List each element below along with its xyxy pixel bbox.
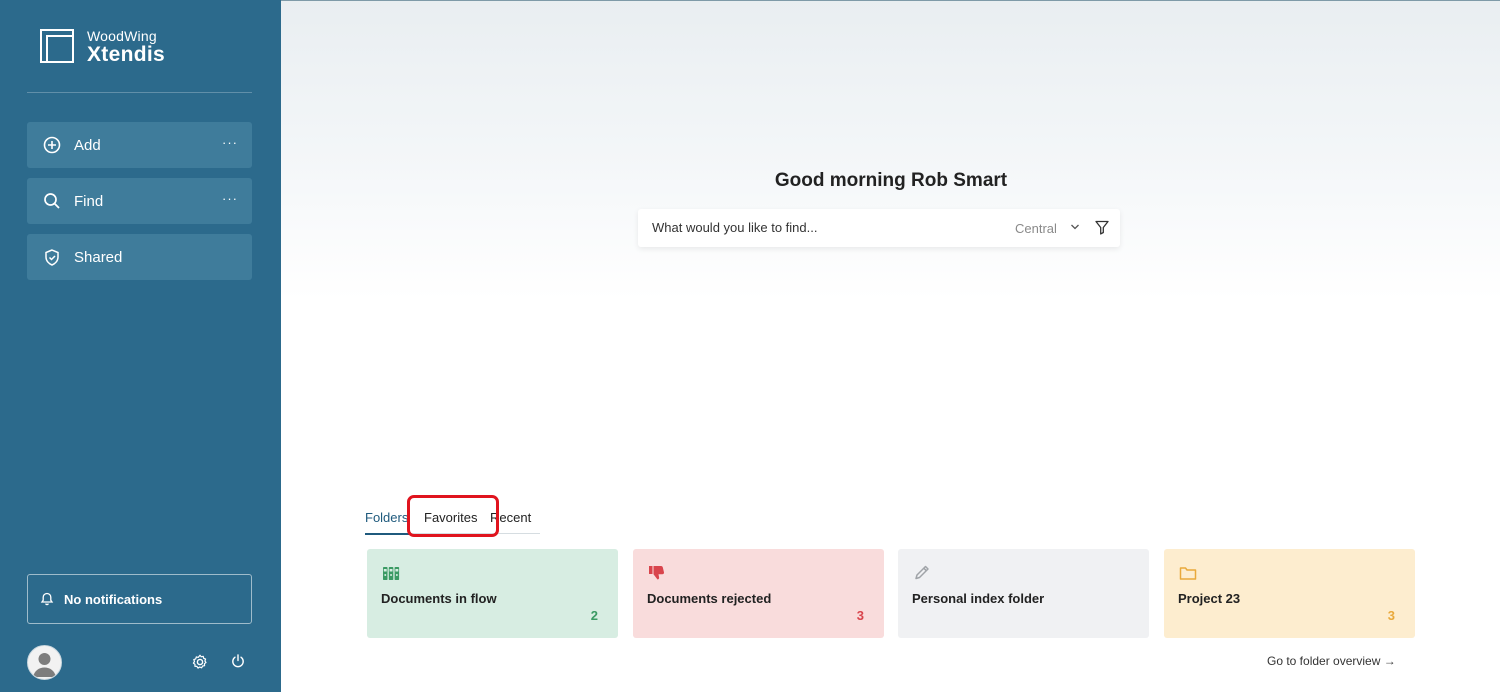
go-to-folder-overview-link[interactable]: Go to folder overview → [1267, 654, 1396, 668]
shield-icon [43, 248, 61, 266]
sidebar: WoodWing Xtendis Add ··· Find ··· Shared… [0, 0, 281, 692]
nav-shared[interactable]: Shared [27, 234, 252, 280]
thumbs-down-icon [649, 566, 665, 580]
binders-icon [383, 567, 400, 580]
nav-find-more-button[interactable]: ··· [222, 192, 238, 206]
power-icon[interactable] [231, 654, 245, 668]
greeting-heading: Good morning Rob Smart [774, 170, 1008, 191]
pencil-icon [915, 565, 929, 580]
card-title: Documents in flow [381, 591, 497, 606]
notifications-button[interactable]: No notifications [27, 574, 252, 624]
favorites-highlight-annotation [407, 495, 499, 537]
user-avatar-icon[interactable] [27, 645, 62, 680]
sidebar-divider [27, 92, 252, 93]
search-input[interactable]: What would you like to find... [652, 220, 817, 235]
logo-text-product: Xtendis [87, 43, 165, 66]
nav-find[interactable]: Find ··· [27, 178, 252, 224]
filter-icon[interactable] [1095, 220, 1109, 235]
logo[interactable]: WoodWing Xtendis [40, 28, 180, 68]
nav-find-label: Find [74, 192, 104, 210]
chevron-down-icon[interactable] [1070, 222, 1080, 232]
folder-card-documents-rejected[interactable]: Documents rejected 3 [633, 549, 884, 638]
card-title: Personal index folder [912, 591, 1045, 606]
card-count: 3 [1387, 608, 1395, 623]
notifications-label: No notifications [64, 591, 163, 607]
top-border [281, 0, 1500, 1]
card-title: Documents rejected [647, 591, 772, 606]
search-icon [43, 192, 61, 210]
folder-card-documents-in-flow[interactable]: Documents in flow 2 [367, 549, 618, 638]
tab-folders[interactable]: Folders [365, 510, 408, 525]
bell-icon [40, 592, 54, 606]
nav-add-more-button[interactable]: ··· [222, 136, 238, 150]
folder-card-personal-index-folder[interactable]: Personal index folder [898, 549, 1149, 638]
active-tab-indicator [365, 533, 410, 535]
nav-shared-label: Shared [74, 248, 123, 266]
logo-text-brand: WoodWing [87, 28, 157, 44]
plus-circle-icon [43, 136, 61, 154]
card-count: 2 [590, 608, 598, 623]
folder-icon [1179, 567, 1197, 580]
card-count: 3 [856, 608, 864, 623]
nav-add-label: Add [74, 136, 101, 154]
card-title: Project 23 [1178, 591, 1241, 606]
search-scope-select[interactable]: Central [1015, 221, 1057, 236]
folder-card-project-23[interactable]: Project 23 3 [1164, 549, 1415, 638]
search-bar[interactable]: What would you like to find... Central [638, 209, 1120, 247]
nav-add[interactable]: Add ··· [27, 122, 252, 168]
gear-icon[interactable] [192, 654, 208, 670]
logo-mark-icon [40, 29, 74, 63]
